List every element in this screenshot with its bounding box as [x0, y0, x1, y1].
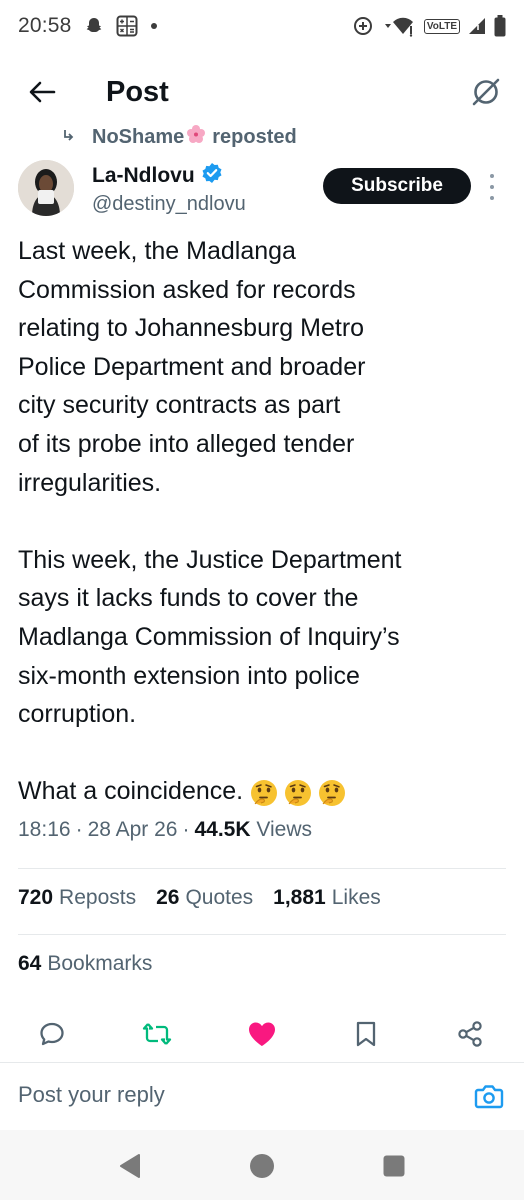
- repost-indicator[interactable]: NoShame reposted: [62, 124, 297, 150]
- repost-icon: [142, 1023, 172, 1045]
- nav-recents-button[interactable]: [380, 1152, 408, 1180]
- like-icon: [249, 1022, 275, 1046]
- author-name-row[interactable]: La-Ndlovu: [92, 162, 223, 190]
- reply-icon: [40, 1022, 64, 1046]
- share-icon: [458, 1021, 482, 1047]
- more-dot-icon: [490, 196, 494, 200]
- reposts-label: Reposts: [59, 886, 137, 909]
- circle-home-icon: [250, 1154, 274, 1178]
- like-button[interactable]: [242, 1014, 282, 1054]
- thinking-face-emoji: [285, 779, 312, 806]
- more-dot-icon: [490, 185, 494, 189]
- action-bar: [0, 1014, 524, 1054]
- reply-input[interactable]: Post your reply: [18, 1082, 165, 1108]
- camera-icon: [474, 1085, 504, 1109]
- post-time: 18:16: [18, 818, 71, 841]
- post-paragraph: This week, the Justice Department says i…: [18, 545, 402, 729]
- likes-label: Likes: [331, 886, 381, 909]
- page-title: Post: [106, 76, 169, 108]
- reply-button[interactable]: [32, 1014, 72, 1054]
- post-body: Last week, the Madlanga Commission asked…: [18, 232, 508, 811]
- likes-stat[interactable]: 1,881 Likes: [273, 886, 381, 910]
- reposts-count: 720: [18, 886, 54, 909]
- more-options-button[interactable]: [486, 174, 498, 200]
- snapchat-icon: [84, 16, 104, 36]
- nav-home-button[interactable]: [248, 1152, 276, 1180]
- meta-separator: ·: [182, 818, 190, 841]
- author-handle[interactable]: @destiny_ndlovu: [92, 193, 246, 216]
- repost-button[interactable]: [137, 1014, 177, 1054]
- divider: [18, 868, 506, 869]
- repost-label: reposted: [212, 125, 297, 148]
- bookmark-icon: [356, 1021, 376, 1047]
- bookmarks-count: 64: [18, 952, 42, 975]
- grok-button[interactable]: [466, 72, 506, 112]
- camera-button[interactable]: [470, 1078, 508, 1114]
- repost-small-icon: [62, 126, 78, 149]
- notification-dot-icon: [150, 22, 158, 30]
- status-bar: 20:58 VoLTE: [0, 0, 524, 52]
- system-nav-bar: [0, 1130, 524, 1200]
- views-label: Views: [256, 818, 312, 841]
- subscribe-button[interactable]: Subscribe: [323, 168, 471, 204]
- status-time: 20:58: [18, 14, 72, 37]
- triangle-back-icon: [120, 1154, 140, 1178]
- quotes-count: 26: [156, 886, 180, 909]
- wifi-signal-icon: [381, 15, 417, 37]
- thinking-face-emoji: [251, 779, 278, 806]
- bookmarks-label: Bookmarks: [47, 952, 153, 975]
- cherry-blossom-emoji: [186, 124, 206, 150]
- grok-icon: [472, 78, 500, 106]
- divider: [0, 1062, 524, 1063]
- thinking-face-emoji: [319, 779, 346, 806]
- back-arrow-icon: [29, 81, 56, 103]
- views-link[interactable]: 44.5K Views: [194, 818, 312, 842]
- nav-back-button[interactable]: [116, 1152, 144, 1180]
- post-paragraph: Last week, the Madlanga Commission asked…: [18, 237, 366, 497]
- bookmarks-stat[interactable]: 64 Bookmarks: [18, 952, 152, 976]
- post-paragraph: What a coincidence.: [18, 777, 244, 806]
- verified-badge-icon: [201, 162, 223, 190]
- volte-badge: VoLTE: [423, 18, 460, 34]
- more-dot-icon: [490, 174, 494, 178]
- post-date: 28 Apr 26: [87, 818, 178, 841]
- battery-icon: [494, 15, 506, 37]
- likes-count: 1,881: [273, 886, 326, 909]
- quotes-stat[interactable]: 26 Quotes: [156, 886, 253, 910]
- reposts-stat[interactable]: 720 Reposts: [18, 886, 136, 910]
- calculator-icon: [116, 15, 138, 37]
- emoji-group: [249, 778, 347, 808]
- author-name[interactable]: La-Ndlovu: [92, 164, 195, 188]
- back-button[interactable]: [22, 72, 62, 112]
- quotes-label: Quotes: [185, 886, 254, 909]
- post-stats: 720 Reposts 26 Quotes 1,881 Likes: [18, 886, 381, 910]
- divider: [18, 934, 506, 935]
- post-meta: 18:16 · 28 Apr 26 · 44.5K Views: [18, 818, 312, 842]
- bookmark-button[interactable]: [346, 1014, 386, 1054]
- meta-separator: ·: [75, 818, 83, 841]
- avatar[interactable]: [18, 160, 74, 216]
- cell-signal-icon: [467, 16, 487, 36]
- square-recents-icon: [383, 1155, 405, 1177]
- share-button[interactable]: [450, 1014, 490, 1054]
- views-count: 44.5K: [194, 818, 251, 841]
- repost-by[interactable]: NoShame: [92, 126, 184, 149]
- data-saver-icon: [352, 15, 374, 37]
